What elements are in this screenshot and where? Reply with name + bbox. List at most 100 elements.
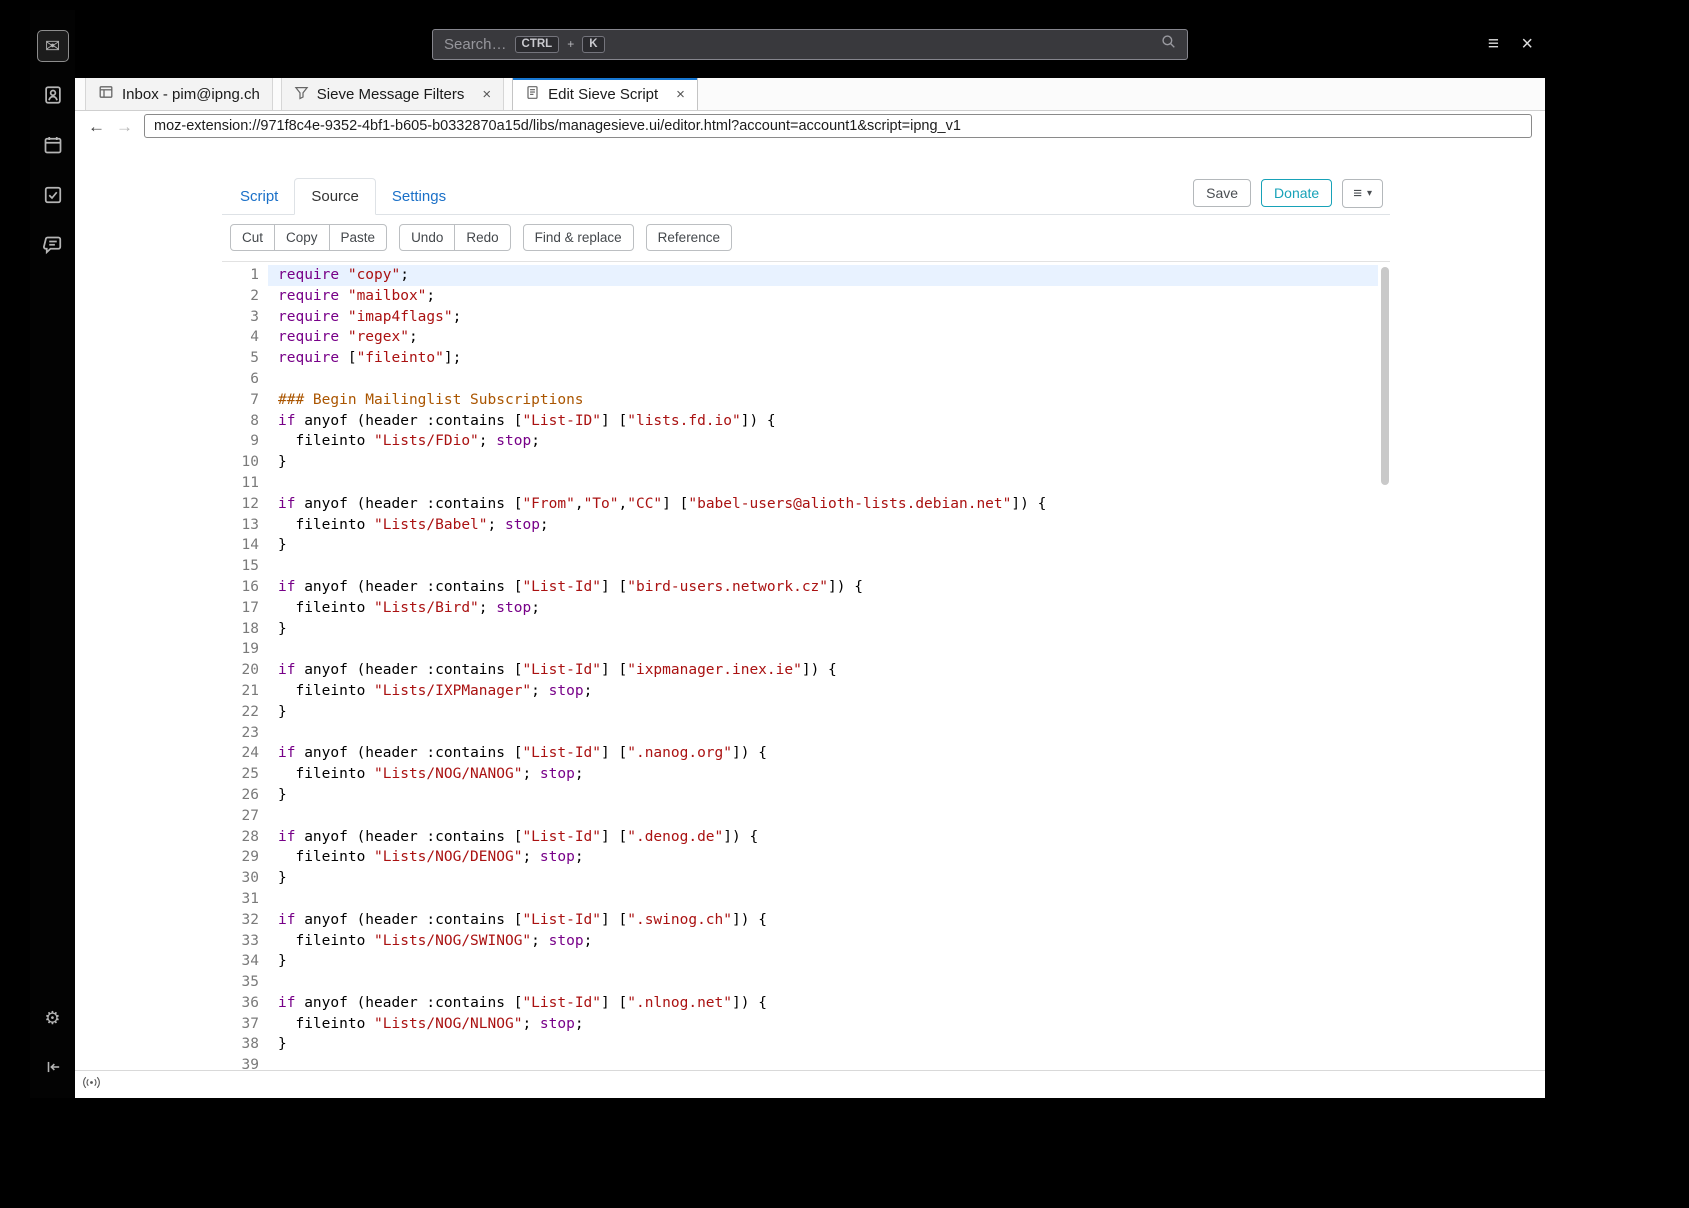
- line-number: 29: [222, 847, 259, 868]
- settings-button[interactable]: ⚙: [37, 1002, 69, 1034]
- code-line: require "copy";: [268, 265, 1378, 286]
- cut-button[interactable]: Cut: [230, 224, 275, 251]
- code-line: }: [278, 1034, 1378, 1055]
- line-number: 19: [222, 639, 259, 660]
- line-number: 24: [222, 743, 259, 764]
- space-calendar-button[interactable]: [37, 130, 69, 162]
- tab-source[interactable]: Source: [294, 178, 376, 215]
- line-number: 27: [222, 806, 259, 827]
- tab-strip: Inbox - pim@ipng.ch Sieve Message Filter…: [75, 78, 1545, 111]
- line-number: 14: [222, 535, 259, 556]
- line-number: 3: [222, 307, 259, 328]
- tab-label: Inbox - pim@ipng.ch: [122, 86, 260, 103]
- code-line: require "imap4flags";: [278, 307, 1378, 328]
- code-line: }: [278, 785, 1378, 806]
- sieve-editor-panel: Script Source Settings Save Donate ≡ ▾: [222, 178, 1390, 1070]
- editor-scrollbar[interactable]: [1380, 263, 1390, 1070]
- line-number: 38: [222, 1034, 259, 1055]
- status-bar: [75, 1070, 1545, 1098]
- paste-button[interactable]: Paste: [329, 224, 388, 251]
- collapse-arrow-icon: [44, 1058, 62, 1079]
- space-mail-button[interactable]: ✉: [37, 30, 69, 62]
- tab-script[interactable]: Script: [224, 179, 294, 214]
- titlebar: Search… CTRL + K ≡ ×: [75, 10, 1545, 78]
- line-number: 8: [222, 411, 259, 432]
- tab-close-icon[interactable]: ×: [482, 86, 491, 103]
- space-tasks-button[interactable]: [37, 180, 69, 212]
- tab-label: Sieve Message Filters: [317, 86, 465, 103]
- menu-dropdown-button[interactable]: ≡ ▾: [1342, 179, 1383, 208]
- search-icon: [1161, 34, 1176, 54]
- collapse-spaces-button[interactable]: [37, 1052, 69, 1084]
- code-line: }: [278, 619, 1378, 640]
- line-number: 39: [222, 1055, 259, 1070]
- line-number: 18: [222, 619, 259, 640]
- tab-close-icon[interactable]: ×: [676, 86, 685, 103]
- line-number: 16: [222, 577, 259, 598]
- copy-button[interactable]: Copy: [274, 224, 330, 251]
- code-line: }: [278, 702, 1378, 723]
- tab-edit-sieve-script[interactable]: Edit Sieve Script ×: [512, 78, 698, 110]
- tab-settings[interactable]: Settings: [376, 179, 462, 214]
- line-number: 15: [222, 556, 259, 577]
- line-number: 1: [222, 265, 259, 286]
- forward-button[interactable]: →: [116, 118, 133, 135]
- line-number: 37: [222, 1014, 259, 1035]
- redo-button[interactable]: Redo: [454, 224, 510, 251]
- code-line: [278, 556, 1378, 577]
- back-button[interactable]: ←: [88, 118, 105, 135]
- code-line: [278, 473, 1378, 494]
- code-line: if anyof (header :contains ["From","To",…: [278, 494, 1378, 515]
- donate-button[interactable]: Donate: [1261, 179, 1332, 207]
- line-number: 2: [222, 286, 259, 307]
- page-content: Script Source Settings Save Donate ≡ ▾: [75, 141, 1545, 1070]
- code-line: if anyof (header :contains ["List-Id"] […: [278, 577, 1378, 598]
- network-status-icon: [82, 1076, 101, 1094]
- scrollbar-thumb[interactable]: [1381, 267, 1389, 485]
- line-number: 28: [222, 827, 259, 848]
- line-number: 31: [222, 889, 259, 910]
- find-replace-button[interactable]: Find & replace: [523, 224, 634, 251]
- addressbook-icon: [43, 85, 63, 108]
- line-number: 11: [222, 473, 259, 494]
- filter-funnel-icon: [294, 85, 309, 104]
- editor-nav: Script Source Settings Save Donate ≡ ▾: [222, 178, 1390, 215]
- code-line: if anyof (header :contains ["List-Id"] […: [278, 910, 1378, 931]
- line-number: 21: [222, 681, 259, 702]
- space-addressbook-button[interactable]: [37, 80, 69, 112]
- code-line: fileinto "Lists/NOG/NLNOG"; stop;: [278, 1014, 1378, 1035]
- code-line: [278, 1055, 1378, 1070]
- space-chat-button[interactable]: [37, 230, 69, 262]
- window-close-button[interactable]: ×: [1521, 34, 1533, 54]
- line-number: 33: [222, 931, 259, 952]
- line-number: 32: [222, 910, 259, 931]
- reference-button[interactable]: Reference: [646, 224, 732, 251]
- document-icon: [525, 85, 540, 104]
- undo-button[interactable]: Undo: [399, 224, 455, 251]
- code-line: if anyof (header :contains ["List-ID"] […: [278, 411, 1378, 432]
- tab-sieve-filters[interactable]: Sieve Message Filters ×: [281, 78, 504, 110]
- code-line: require "regex";: [278, 327, 1378, 348]
- code-line: fileinto "Lists/NOG/NANOG"; stop;: [278, 764, 1378, 785]
- code-line: fileinto "Lists/IXPManager"; stop;: [278, 681, 1378, 702]
- code-editor[interactable]: 1234567891011121314151617181920212223242…: [222, 261, 1390, 1070]
- spaces-toolbar: ✉ ⚙: [30, 10, 75, 1098]
- code-line: ### Begin Mailinglist Subscriptions: [278, 390, 1378, 411]
- code-line: }: [278, 535, 1378, 556]
- global-search-input[interactable]: Search… CTRL + K: [432, 29, 1188, 60]
- line-number: 35: [222, 972, 259, 993]
- line-number-gutter: 1234567891011121314151617181920212223242…: [222, 262, 268, 1070]
- line-number: 4: [222, 327, 259, 348]
- line-number: 13: [222, 515, 259, 536]
- line-number: 30: [222, 868, 259, 889]
- save-button[interactable]: Save: [1193, 179, 1251, 207]
- thunderbird-window: ✉ ⚙: [30, 10, 1545, 1098]
- shortcut-plus: +: [567, 37, 574, 51]
- code-lines[interactable]: require "copy";require "mailbox";require…: [268, 262, 1390, 1070]
- code-line: [278, 639, 1378, 660]
- url-input[interactable]: [144, 114, 1532, 138]
- gear-icon: ⚙: [44, 1009, 60, 1027]
- app-menu-button[interactable]: ≡: [1488, 35, 1499, 54]
- code-line: fileinto "Lists/NOG/DENOG"; stop;: [278, 847, 1378, 868]
- tab-inbox[interactable]: Inbox - pim@ipng.ch: [85, 78, 273, 110]
